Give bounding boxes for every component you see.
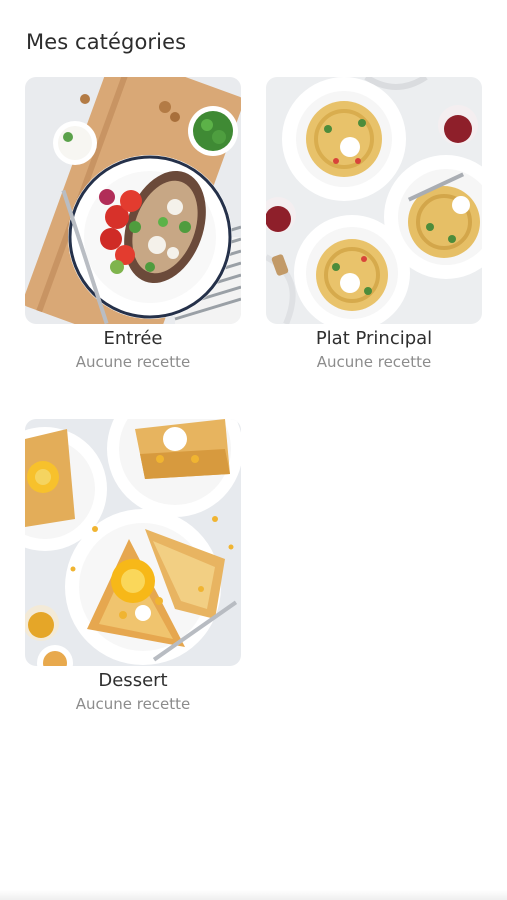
category-card-dessert[interactable]: Dessert Aucune recette: [25, 419, 241, 713]
bottom-edge: [0, 890, 507, 900]
category-image-plat-principal: [266, 77, 482, 324]
categories-screen: Mes catégories Entrée Aucune recette Pla…: [0, 0, 507, 900]
category-card-entree[interactable]: Entrée Aucune recette: [25, 77, 241, 371]
category-card-plat-principal[interactable]: Plat Principal Aucune recette: [266, 77, 482, 371]
category-recipe-count: Aucune recette: [316, 353, 432, 371]
category-name: Dessert: [98, 670, 168, 691]
category-recipe-count: Aucune recette: [75, 695, 191, 713]
page-title: Mes catégories: [26, 30, 187, 54]
category-image-entree: [25, 77, 241, 324]
category-recipe-count: Aucune recette: [75, 353, 191, 371]
category-name: Plat Principal: [315, 328, 433, 349]
category-image-dessert: [25, 419, 241, 666]
category-name: Entrée: [103, 328, 163, 349]
